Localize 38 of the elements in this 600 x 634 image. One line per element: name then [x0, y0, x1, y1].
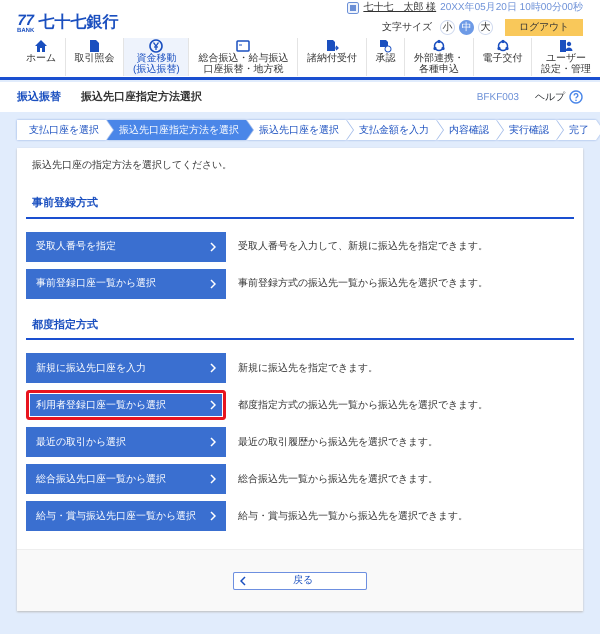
option-button[interactable]: 給与・賞与振込先口座一覧から選択 — [26, 501, 226, 531]
intro-text: 振込先口座の指定方法を選択してください。 — [31, 158, 233, 173]
option-description: 新規に振込先を指定できます。 — [238, 362, 378, 376]
back-button[interactable]: 戻る — [233, 572, 367, 590]
option-description: 都度指定方式の振込先一覧から振込先を選択できます。 — [238, 398, 488, 412]
option-description: 事前登録方式の振込先一覧から振込先を選択できます。 — [238, 276, 488, 291]
font-size-button[interactable]: 大 — [478, 20, 493, 35]
option-button[interactable]: 事前登録口座一覧から選択 — [26, 268, 226, 298]
logo-mark: 77 — [17, 12, 34, 28]
option-button[interactable]: 最近の取引から選択 — [26, 427, 226, 457]
option-description: 受取人番号を入力して、新規に振込先を指定できます。 — [238, 240, 488, 254]
step-item: 支払口座を選択 — [17, 120, 113, 140]
user-name-link[interactable]: 七十七 太郎 様 — [363, 0, 436, 15]
font-size-button[interactable]: 小 — [440, 20, 455, 35]
section-name: 振込振替 — [17, 90, 62, 105]
help-link[interactable]: ヘルプ — [535, 90, 583, 104]
step-item: 振込先口座指定方法を選択 — [107, 120, 253, 140]
section-heading: 事前登録方式 — [26, 195, 574, 218]
font-size-label: 文字サイズ — [382, 20, 432, 35]
step-item: 振込先口座を選択 — [247, 120, 353, 140]
logout-button[interactable]: ログアウト — [505, 19, 583, 36]
option-description: 総合振込先一覧から振込先を選択できます。 — [238, 472, 438, 486]
page-title: 振込先口座指定方法選択 — [81, 90, 203, 105]
bank-name: 七十七銀行 — [38, 12, 118, 33]
step-item: 実行確認 — [497, 120, 563, 140]
nav-item[interactable]: 資金移動 (振込振替) — [124, 38, 190, 76]
step-item: 支払金額を入力 — [347, 120, 443, 140]
option-button[interactable]: 新規に振込先口座を入力 — [26, 353, 226, 383]
section-heading: 都度指定方式 — [26, 316, 574, 340]
option-description: 給与・賞与振込先一覧から振込先を選択できます。 — [238, 510, 468, 524]
option-description: 最近の取引履歴から振込先を選択できます。 — [238, 436, 438, 450]
date-time: 20XX年05月20日 10時00分00秒 — [440, 0, 583, 15]
step-item: 完了 — [557, 120, 600, 140]
step-item: 内容確認 — [437, 120, 503, 140]
option-button[interactable]: 受取人番号を指定 — [26, 232, 226, 262]
screen-id: BFKF003 — [476, 90, 519, 104]
option-button[interactable]: 利用者登録口座一覧から選択 — [26, 390, 226, 420]
option-button[interactable]: 総合振込先口座一覧から選択 — [26, 464, 226, 494]
